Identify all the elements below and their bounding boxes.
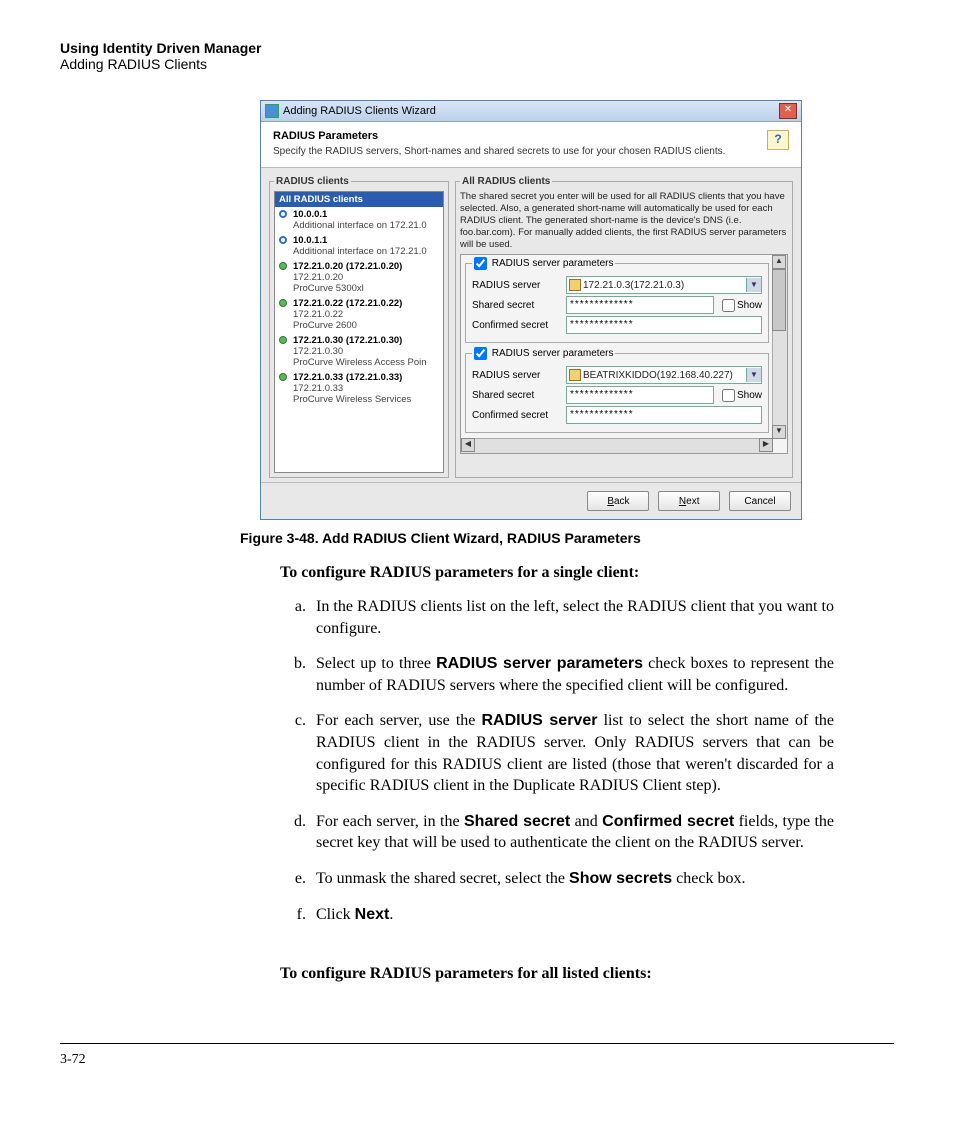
label-server: RADIUS server	[472, 370, 562, 381]
scroll-down-icon[interactable]: ▼	[772, 425, 786, 439]
status-icon	[279, 210, 287, 218]
label-secret: Shared secret	[472, 300, 562, 311]
step-f: Click Next.	[310, 904, 834, 926]
step-d: For each server, in the Shared secret an…	[310, 811, 834, 854]
wizard-header: RADIUS Parameters Specify the RADIUS ser…	[261, 122, 801, 168]
label-confirm: Confirmed secret	[472, 320, 562, 331]
right-legend: All RADIUS clients	[460, 176, 552, 187]
clients-listbox[interactable]: All RADIUS clients 10.0.0.1 Additional i…	[274, 191, 444, 473]
wizard-footer: Back Next Cancel	[261, 482, 801, 519]
window-title: Adding RADIUS Clients Wizard	[283, 105, 436, 117]
show-secret-checkbox[interactable]: Show	[722, 299, 762, 312]
close-icon[interactable]: ✕	[779, 103, 797, 119]
server-params-checkbox[interactable]	[474, 257, 487, 270]
scroll-right-icon[interactable]: ▶	[759, 438, 773, 452]
radius-clients-panel: RADIUS clients All RADIUS clients 10.0.0…	[269, 176, 449, 478]
show-secret-checkbox[interactable]: Show	[722, 389, 762, 402]
clients-legend: RADIUS clients	[274, 176, 351, 187]
server-params-checkbox[interactable]	[474, 347, 487, 360]
page-number: 3-72	[60, 1052, 894, 1068]
section-title: RADIUS Parameters	[273, 130, 767, 142]
next-button[interactable]: Next	[658, 491, 720, 511]
header-subtitle: Adding RADIUS Clients	[60, 56, 894, 72]
cancel-button[interactable]: Cancel	[729, 491, 791, 511]
shared-secret-input[interactable]: *************	[566, 386, 714, 404]
section-description: Specify the RADIUS servers, Short-names …	[273, 146, 767, 157]
scroll-up-icon[interactable]: ▲	[772, 255, 786, 269]
step-c: For each server, use the RADIUS server l…	[310, 710, 834, 796]
header-title: Using Identity Driven Manager	[60, 40, 894, 56]
help-icon[interactable]: ?	[767, 130, 789, 150]
chevron-down-icon[interactable]: ▼	[746, 368, 761, 382]
figure-caption: Figure 3-48. Add RADIUS Client Wizard, R…	[240, 530, 894, 546]
scrollbar-horizontal[interactable]	[461, 438, 773, 453]
server-params-group-1: RADIUS server parameters RADIUS server 1…	[465, 257, 769, 343]
chevron-down-icon[interactable]: ▼	[746, 278, 761, 292]
label-secret: Shared secret	[472, 390, 562, 401]
footer-rule	[60, 1043, 894, 1044]
list-item[interactable]: 172.21.0.30 (172.21.0.30) 172.21.0.30 Pr…	[275, 333, 443, 370]
wizard-titlebar: Adding RADIUS Clients Wizard ✕	[261, 101, 801, 122]
right-description: The shared secret you enter will be used…	[460, 191, 788, 250]
status-icon	[279, 299, 287, 307]
radius-server-select[interactable]: 172.21.0.3(172.21.0.3) ▼	[566, 276, 762, 294]
server-icon	[569, 279, 581, 291]
step-b: Select up to three RADIUS server paramet…	[310, 653, 834, 696]
intro-single-client: To configure RADIUS parameters for a sin…	[280, 564, 894, 582]
intro-all-clients: To configure RADIUS parameters for all l…	[280, 965, 894, 983]
status-icon	[279, 373, 287, 381]
back-button[interactable]: Back	[587, 491, 649, 511]
step-e: To unmask the shared secret, select the …	[310, 868, 834, 890]
list-item[interactable]: 10.0.1.1 Additional interface on 172.21.…	[275, 233, 443, 259]
confirm-secret-input[interactable]: *************	[566, 406, 762, 424]
list-item[interactable]: 172.21.0.22 (172.21.0.22) 172.21.0.22 Pr…	[275, 296, 443, 333]
wizard-window: Adding RADIUS Clients Wizard ✕ RADIUS Pa…	[260, 100, 802, 520]
status-icon	[279, 236, 287, 244]
step-a: In the RADIUS clients list on the left, …	[310, 596, 834, 639]
server-icon	[569, 369, 581, 381]
all-clients-panel: All RADIUS clients The shared secret you…	[455, 176, 793, 478]
steps-list: In the RADIUS clients list on the left, …	[310, 596, 834, 925]
scroll-thumb[interactable]	[772, 269, 786, 331]
list-item[interactable]: 10.0.0.1 Additional interface on 172.21.…	[275, 207, 443, 233]
server-params-scroll: RADIUS server parameters RADIUS server 1…	[460, 254, 788, 454]
scroll-left-icon[interactable]: ◀	[461, 438, 475, 452]
page-header: Using Identity Driven Manager Adding RAD…	[60, 40, 894, 72]
confirm-secret-input[interactable]: *************	[566, 316, 762, 334]
server-params-group-2: RADIUS server parameters RADIUS server B…	[465, 347, 769, 433]
list-item[interactable]: 172.21.0.33 (172.21.0.33) 172.21.0.33 Pr…	[275, 370, 443, 407]
radius-server-select[interactable]: BEATRIXKIDDO(192.168.40.227) ▼	[566, 366, 762, 384]
list-item[interactable]: 172.21.0.20 (172.21.0.20) 172.21.0.20 Pr…	[275, 259, 443, 296]
shared-secret-input[interactable]: *************	[566, 296, 714, 314]
status-icon	[279, 262, 287, 270]
status-icon	[279, 336, 287, 344]
app-icon	[265, 104, 279, 118]
label-server: RADIUS server	[472, 280, 562, 291]
label-confirm: Confirmed secret	[472, 410, 562, 421]
clients-all-item[interactable]: All RADIUS clients	[275, 192, 443, 207]
